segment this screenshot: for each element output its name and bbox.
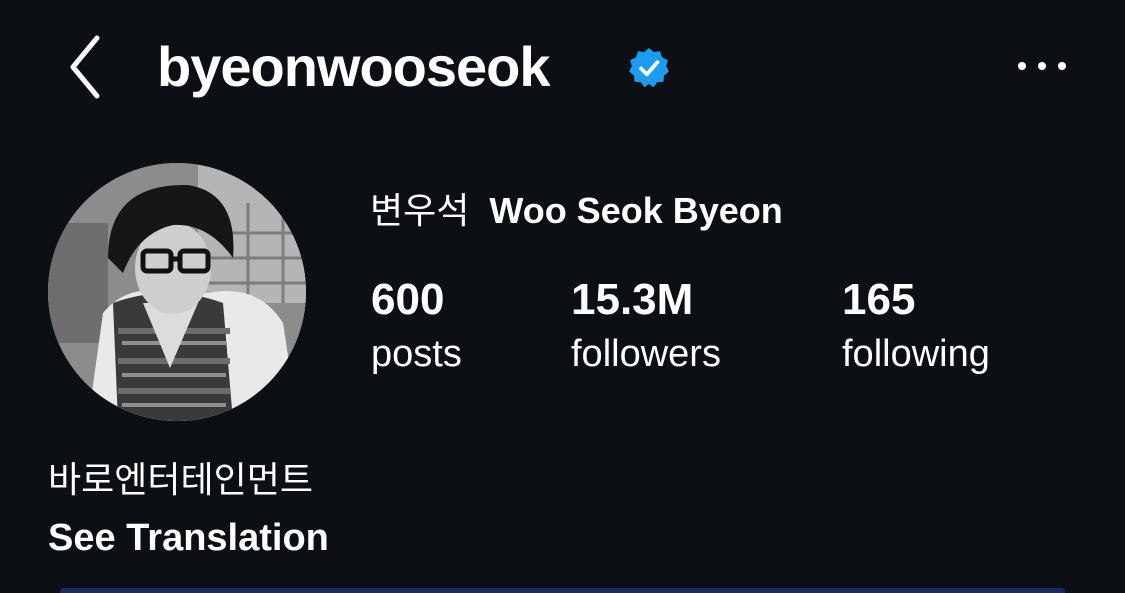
back-button[interactable] [60, 32, 110, 102]
following-count: 165 [842, 275, 916, 324]
profile-photo [48, 163, 306, 421]
more-options-button[interactable] [1012, 46, 1072, 86]
more-horizontal-icon [1018, 62, 1026, 70]
posts-count: 600 [371, 275, 445, 324]
following-label: following [842, 333, 990, 375]
posts-stat[interactable]: 600 posts [371, 274, 462, 378]
profile-display-name: 변우석 Woo Seok Byeon [370, 188, 783, 235]
profile-screen: byeonwooseok 변우석 Woo Seok Byeon 600 post… [0, 0, 1125, 593]
avatar[interactable] [48, 163, 306, 421]
more-horizontal-icon-dot [1038, 62, 1046, 70]
followers-count: 15.3M [571, 275, 694, 324]
next-button-edge[interactable] [60, 588, 1065, 593]
profile-name-english: Woo Seok Byeon [489, 190, 783, 231]
following-stat[interactable]: 165 following [842, 274, 990, 378]
followers-stat[interactable]: 15.3M followers [571, 274, 721, 378]
profile-name-korean: 변우석 [370, 191, 470, 232]
verified-badge-icon [629, 48, 669, 88]
chevron-left-icon [70, 35, 100, 99]
profile-username: byeonwooseok [157, 35, 551, 98]
bio-text: 바로엔터테인먼트 [48, 460, 313, 501]
followers-label: followers [571, 333, 721, 375]
see-translation-link[interactable]: See Translation [48, 514, 329, 562]
posts-label: posts [371, 333, 462, 375]
more-horizontal-icon-dot [1058, 62, 1066, 70]
